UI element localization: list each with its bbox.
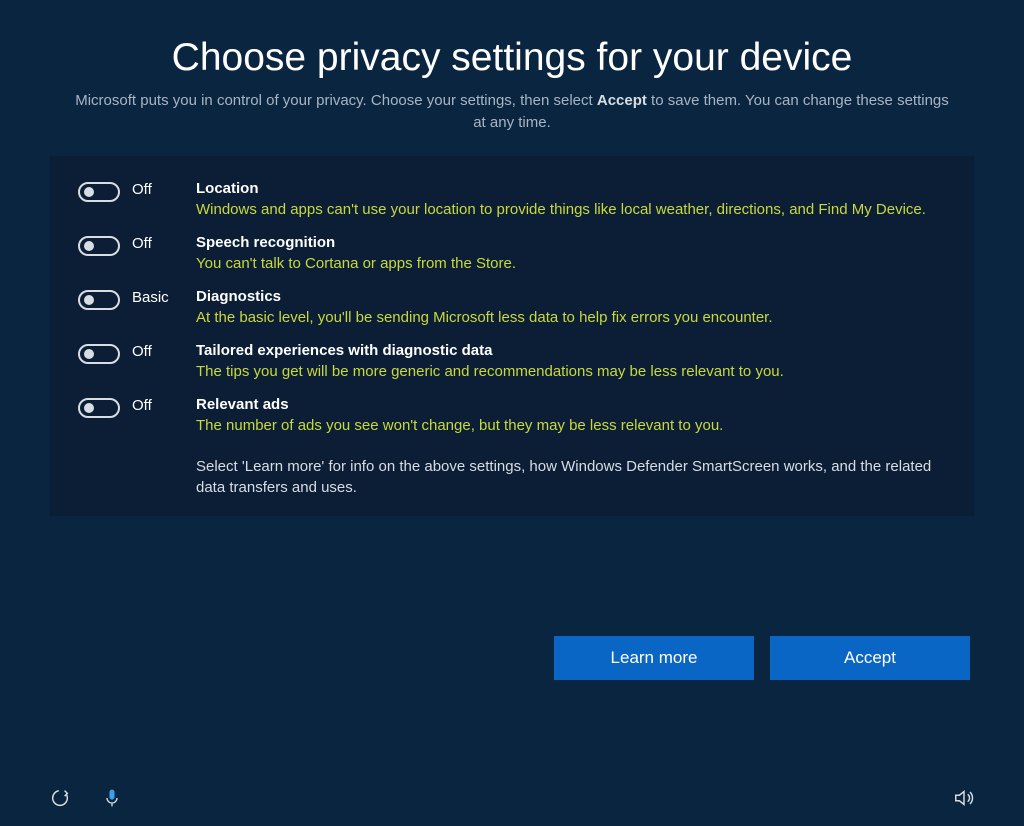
setting-title: Tailored experiences with diagnostic dat… [196, 342, 946, 359]
setting-desc: At the basic level, you'll be sending Mi… [196, 307, 946, 328]
toggle-label: Off [132, 396, 196, 414]
toggle-label: Off [132, 234, 196, 252]
taskbar [0, 786, 1024, 810]
setting-desc: The number of ads you see won't change, … [196, 415, 946, 436]
toggle-label: Off [132, 342, 196, 360]
setting-row-location: Off Location Windows and apps can't use … [78, 172, 946, 226]
setting-row-speech: Off Speech recognition You can't talk to… [78, 226, 946, 280]
accept-button[interactable]: Accept [770, 636, 970, 680]
setting-row-tailored: Off Tailored experiences with diagnostic… [78, 334, 946, 388]
setting-desc: Windows and apps can't use your location… [196, 199, 946, 220]
page-title: Choose privacy settings for your device [50, 36, 974, 80]
page-subtitle: Microsoft puts you in control of your pr… [72, 90, 952, 134]
setting-title: Relevant ads [196, 396, 946, 413]
toggle-label: Off [132, 180, 196, 198]
setting-desc: The tips you get will be more generic an… [196, 361, 946, 382]
footer-note: Select 'Learn more' for info on the abov… [196, 456, 946, 498]
subtitle-pre: Microsoft puts you in control of your pr… [75, 92, 597, 109]
toggle-diagnostics[interactable] [78, 290, 120, 310]
subtitle-bold: Accept [597, 92, 647, 109]
setting-title: Diagnostics [196, 288, 946, 305]
setting-title: Speech recognition [196, 234, 946, 251]
volume-icon[interactable] [952, 786, 976, 810]
toggle-location[interactable] [78, 182, 120, 202]
settings-panel: Off Location Windows and apps can't use … [50, 156, 974, 516]
setting-title: Location [196, 180, 946, 197]
microphone-icon[interactable] [100, 786, 124, 810]
setting-desc: You can't talk to Cortana or apps from t… [196, 253, 946, 274]
toggle-speech[interactable] [78, 236, 120, 256]
toggle-tailored[interactable] [78, 344, 120, 364]
setting-row-diagnostics: Basic Diagnostics At the basic level, yo… [78, 280, 946, 334]
ease-of-access-icon[interactable] [48, 786, 72, 810]
learn-more-button[interactable]: Learn more [554, 636, 754, 680]
setting-row-ads: Off Relevant ads The number of ads you s… [78, 388, 946, 442]
button-bar: Learn more Accept [50, 636, 974, 680]
toggle-ads[interactable] [78, 398, 120, 418]
toggle-label: Basic [132, 288, 196, 306]
